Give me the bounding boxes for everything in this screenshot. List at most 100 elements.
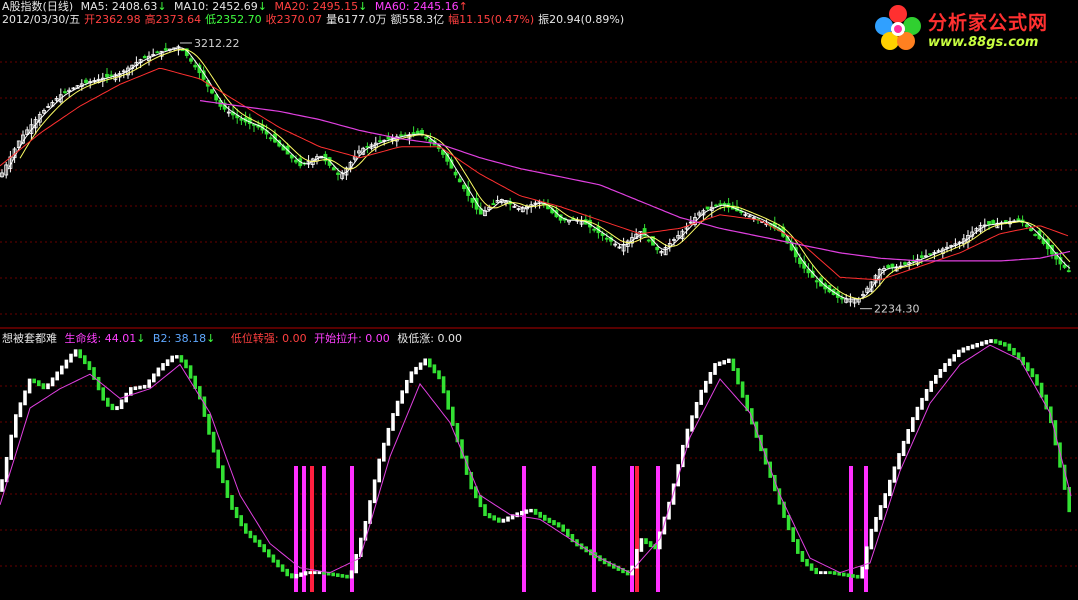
price-candle-body	[1024, 224, 1029, 228]
indicator-bar	[41, 383, 46, 390]
price-candle-body	[718, 203, 723, 206]
indicator-bar	[101, 387, 105, 401]
indicator-bar	[851, 574, 855, 578]
indicator-bar	[1030, 368, 1035, 378]
indicator-bar	[414, 366, 418, 375]
indicator-bar	[805, 558, 809, 567]
indicator-bar	[147, 379, 151, 388]
price-candle-body	[1016, 218, 1021, 221]
indicator-bar	[639, 538, 644, 552]
extreme-low-value: 极低涨: 0.00	[397, 332, 462, 345]
indicator-bar	[446, 390, 450, 410]
price-extreme-label: 3212.22	[194, 37, 240, 50]
amplitude-value: 振20.94(0.89%)	[538, 13, 625, 26]
indicator-bar	[32, 378, 36, 384]
indicator-bar	[883, 493, 887, 509]
price-candle-body	[705, 206, 710, 210]
indicator-bar	[372, 479, 377, 504]
indicator-bar	[354, 554, 358, 574]
indicator-bar	[690, 415, 694, 432]
indicator-bar	[18, 402, 23, 418]
indicator-bar	[96, 376, 101, 391]
price-candles	[0, 42, 1071, 308]
indicator-bar	[506, 516, 510, 522]
price-candle-body	[428, 139, 433, 143]
price-header-line2: 2012/03/30/五 开2362.98 高2373.64 低2352.70 收237…	[2, 13, 628, 26]
indicator-bar	[501, 518, 506, 523]
indicator-bar	[828, 571, 832, 575]
indicator-bar	[552, 520, 556, 526]
price-extreme-label: 2234.30	[874, 303, 920, 316]
indicator-bar	[276, 559, 280, 568]
indicator-bar	[515, 512, 519, 518]
indicator-bar	[543, 514, 547, 521]
indicator-bar	[901, 440, 906, 456]
indicator-bar	[1012, 347, 1016, 356]
indicator-bar	[60, 365, 64, 375]
ma60-value: MA60: 2445.16↑	[374, 0, 468, 13]
low-strong-value: 低位转强: 0.00	[230, 332, 307, 345]
indicator-bar	[878, 505, 883, 520]
signal-bar	[592, 466, 596, 592]
indicator-bar	[225, 480, 230, 498]
indicator-bar	[216, 449, 220, 469]
indicator-bar	[786, 515, 791, 531]
price-candle-body	[646, 239, 651, 242]
indicator-bar	[46, 383, 50, 390]
indicator-bar	[331, 572, 335, 577]
indicator-bar	[809, 563, 814, 571]
indicator-bar	[796, 539, 800, 554]
indicator-bar	[855, 574, 860, 579]
indicator-name: 想被套都难	[2, 332, 57, 345]
life-line-arrow-icon: ↓	[136, 332, 146, 345]
signal-bar	[635, 466, 639, 592]
price-candle-body	[1029, 228, 1033, 232]
indicator-bar	[179, 355, 184, 363]
indicator-bar	[409, 371, 414, 383]
indicator-bar	[221, 465, 225, 484]
indicator-bar	[961, 347, 966, 353]
b2-arrow-icon: ↓	[206, 332, 216, 345]
price-candle-body	[193, 64, 198, 68]
price-header-line1: A股指数(日线) MA5: 2408.63↓ MA10: 2452.69↓ MA…	[2, 0, 472, 13]
indicator-bar	[823, 571, 828, 575]
site-logo: 分析家公式网 www.88gs.com	[870, 2, 1070, 54]
indicator-bar	[984, 340, 989, 345]
indicator-bar	[906, 429, 910, 444]
indicator-bar	[529, 508, 533, 513]
indicator-bar	[478, 495, 483, 508]
indicator-bar	[929, 380, 933, 392]
indicator-bar	[538, 511, 542, 518]
price-candle-body	[890, 263, 895, 268]
indicator-bar	[244, 523, 248, 534]
indicator-bar	[957, 349, 961, 358]
indicator-bar	[947, 358, 952, 366]
index-name: A股指数(日线)	[2, 0, 74, 13]
indicator-bar	[211, 431, 216, 453]
indicator-bar	[648, 541, 653, 548]
low-value: 低2352.70	[205, 13, 262, 26]
bar-date: 2012/03/30/五	[2, 13, 81, 26]
indicator-bar	[423, 358, 427, 366]
indicator-lines	[0, 344, 1072, 574]
indicator-bar	[704, 380, 708, 393]
ma5-line	[7, 47, 1071, 300]
indicator-bar	[915, 406, 920, 421]
indicator-bar	[814, 567, 818, 575]
price-candle-body	[491, 203, 496, 205]
indicator-bar	[819, 571, 823, 575]
price-candle-body	[1033, 234, 1038, 236]
indicator-bar	[170, 355, 174, 363]
price-candle-body	[189, 58, 193, 62]
signal-bars	[294, 466, 868, 592]
indicator-bar	[556, 522, 561, 528]
indicator-bar	[262, 544, 266, 553]
indicator-bar	[708, 371, 713, 384]
indicator-bar	[989, 339, 993, 343]
indicator-bar	[336, 573, 340, 577]
indicator-bar	[395, 400, 400, 416]
price-candle-body	[462, 184, 466, 190]
indicator-bar	[644, 538, 648, 545]
indicator-bar	[566, 528, 570, 537]
stock-chart[interactable]: 3212.222234.3023	[0, 0, 1078, 600]
